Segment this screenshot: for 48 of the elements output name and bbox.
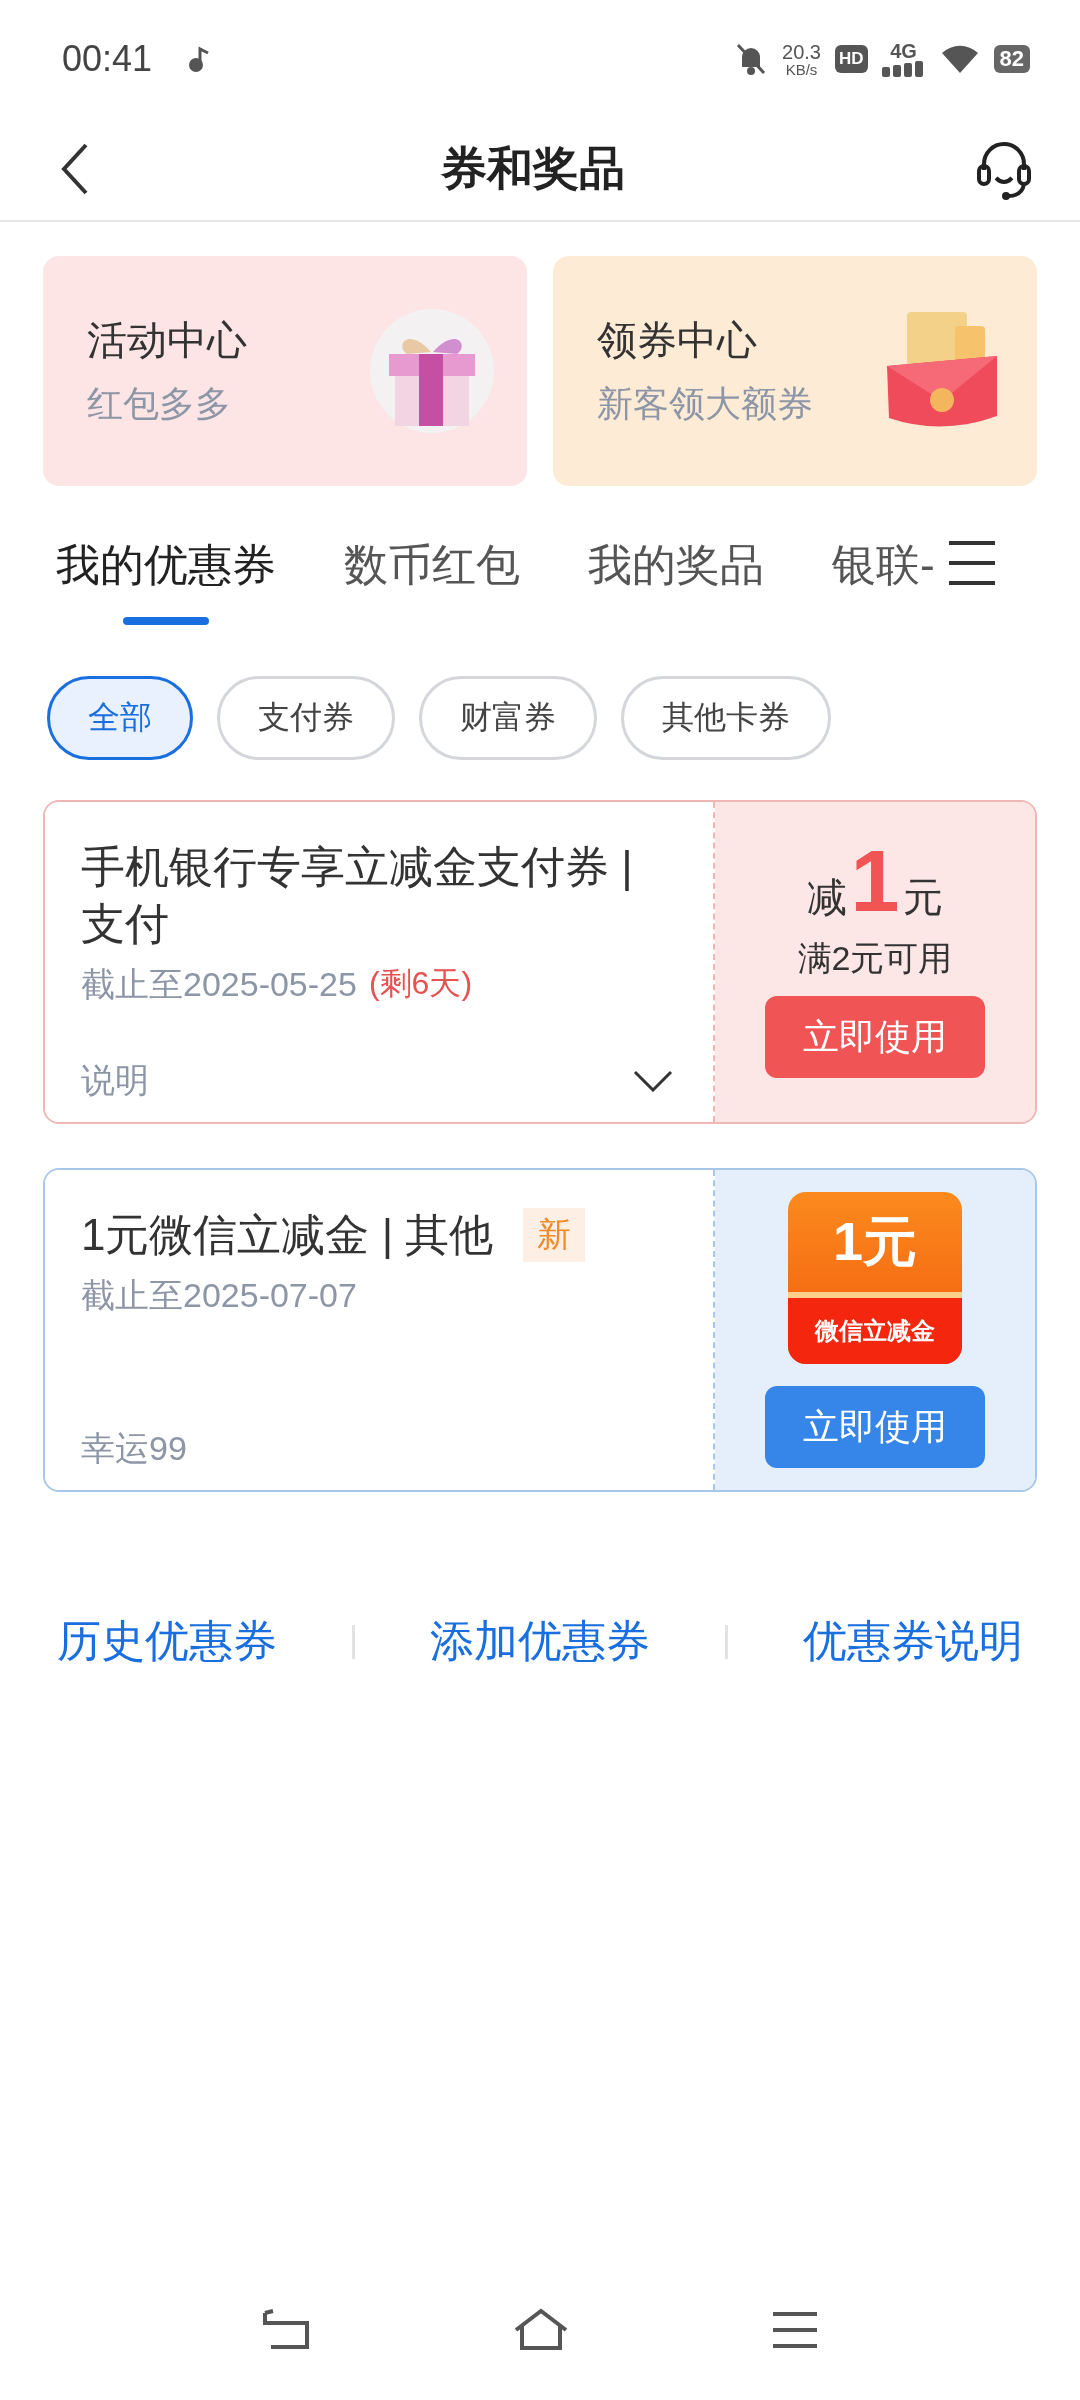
signal-icon bbox=[881, 61, 926, 77]
footer-link[interactable]: 历史优惠券 bbox=[57, 1612, 278, 1671]
coupon-deadline: 截止至2025-05-25 bbox=[81, 964, 357, 1006]
hd-badge: HD bbox=[834, 45, 868, 73]
coupon-amount: 1 bbox=[850, 830, 900, 932]
coupon-title: 1元微信立减金 | 其他 bbox=[81, 1209, 494, 1261]
amount-prefix: 减 bbox=[806, 874, 847, 921]
footer-link[interactable]: 添加优惠券 bbox=[430, 1612, 650, 1671]
card-title: 活动中心 bbox=[87, 317, 247, 364]
promo-card[interactable]: 活动中心 红包多多 bbox=[43, 256, 527, 486]
filter-chip[interactable]: 财富券 bbox=[419, 676, 597, 760]
home-icon[interactable] bbox=[512, 2308, 570, 2352]
network-speed: 20.3 bbox=[782, 41, 821, 62]
card-title: 领券中心 bbox=[597, 317, 758, 364]
gift-box-icon bbox=[367, 306, 497, 436]
muted-bell-icon bbox=[734, 41, 768, 77]
tab[interactable]: 数币红包 bbox=[344, 536, 520, 595]
usage-condition: 满2元可用 bbox=[797, 938, 953, 979]
tab[interactable]: 银联- bbox=[832, 536, 935, 595]
card-subtitle: 新客领大额券 bbox=[597, 382, 813, 426]
filter-chip[interactable]: 其他卡券 bbox=[621, 676, 831, 760]
clock-time: 00:41 bbox=[62, 38, 153, 80]
wifi-icon bbox=[939, 43, 980, 75]
page-title: 券和奖品 bbox=[441, 141, 625, 196]
menu-icon[interactable] bbox=[946, 540, 997, 586]
coupon-title: 手机银行专享立减金支付券 | 支付 bbox=[81, 841, 634, 951]
coupon-note: 幸运99 bbox=[81, 1428, 187, 1469]
tab[interactable]: 我的奖品 bbox=[588, 536, 764, 595]
network-type: 4G bbox=[890, 41, 917, 61]
voucher-image: 1元 微信立减金 bbox=[788, 1192, 962, 1364]
tab[interactable]: 我的优惠券 bbox=[56, 536, 276, 625]
back-nav-icon[interactable] bbox=[260, 2309, 311, 2351]
use-now-button[interactable]: 立即使用 bbox=[765, 1386, 985, 1468]
menu-nav-icon[interactable] bbox=[771, 2310, 820, 2350]
filter-chip[interactable]: 支付券 bbox=[217, 676, 395, 760]
footer-link[interactable]: 优惠券说明 bbox=[802, 1612, 1023, 1671]
promo-card[interactable]: 领券中心 新客领大额券 bbox=[553, 256, 1037, 486]
battery-level: 82 bbox=[993, 45, 1030, 73]
days-remaining: (剩6天) bbox=[368, 964, 473, 1004]
card-subtitle: 红包多多 bbox=[87, 382, 232, 426]
coupon-note: 说明 bbox=[81, 1060, 149, 1101]
new-badge: 新 bbox=[523, 1207, 586, 1262]
chevron-down-icon[interactable] bbox=[633, 1070, 673, 1092]
coupon-deadline: 截止至2025-07-07 bbox=[81, 1275, 357, 1317]
amount-unit: 元 bbox=[903, 874, 944, 921]
filter-chip[interactable]: 全部 bbox=[47, 676, 193, 760]
speed-unit: KB/s bbox=[785, 61, 818, 77]
notification-icon bbox=[186, 45, 211, 73]
